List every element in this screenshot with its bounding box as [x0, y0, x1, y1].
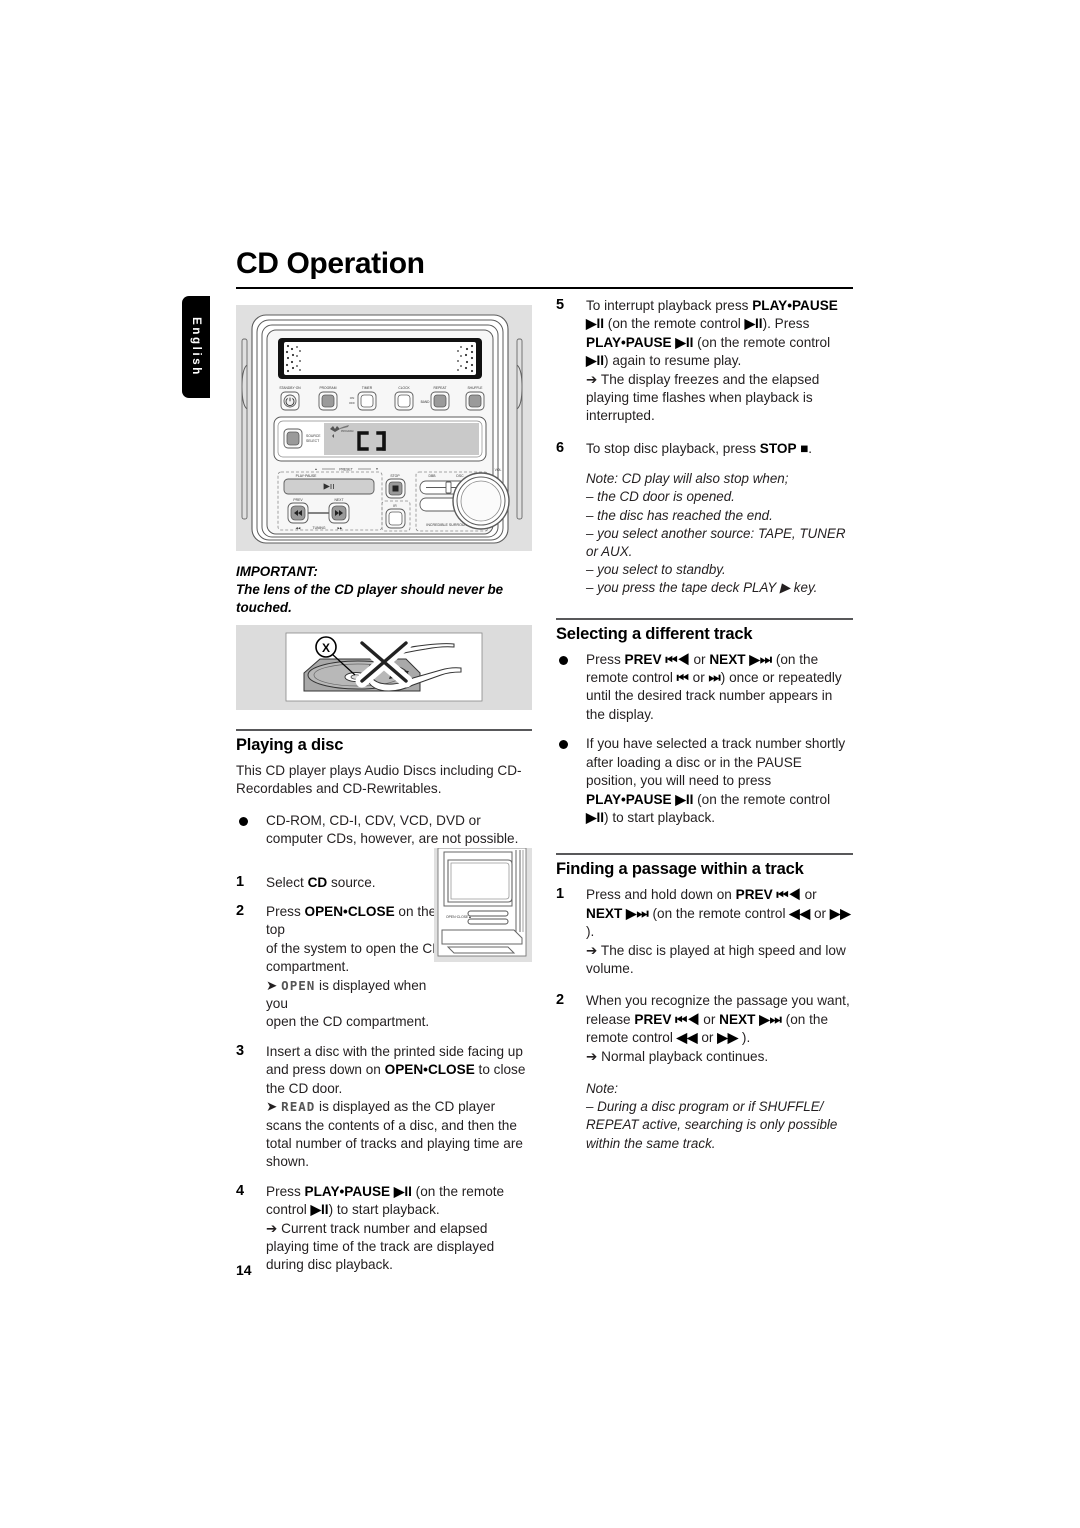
open-close-label: OPEN·CLOSE▲: [446, 915, 472, 919]
playing-a-disc-bullet: CD-ROM, CD-I, CDV, VCD, DVD or computer …: [236, 812, 532, 849]
finding-passage-note: Note: – During a disc program or if SHUF…: [586, 1080, 853, 1153]
cd-compartment-figure: OPEN·CLOSE▲: [434, 848, 532, 962]
finding-passage-step-1-result: ➔ The disc is played at high speed and l…: [586, 942, 846, 976]
step-text: Insert a disc with the printed side faci…: [266, 1043, 526, 1170]
stop-note-item: – the disc has reached the end.: [586, 507, 773, 523]
lens-x-marker: X: [322, 641, 330, 655]
step-number: 4: [236, 1182, 245, 1199]
stop-note-item: – the CD door is opened.: [586, 489, 735, 505]
note-lead: Note:: [586, 1080, 619, 1096]
playing-a-disc-bullet-text: CD-ROM, CD-I, CDV, VCD, DVD or computer …: [266, 812, 519, 847]
bullet-text: If you have selected a track number shor…: [586, 736, 846, 825]
selecting-track-bullet-1: Press PREV ⏮◀ or NEXT ▶⏭ (on the remote …: [556, 651, 853, 725]
step-number: 1: [556, 886, 565, 903]
finding-passage-step-1: 1 Press and hold down on PREV ⏮◀ or NEXT…: [556, 886, 853, 978]
important-header: IMPORTANT:: [236, 564, 318, 579]
step-3: 3 Insert a disc with the printed side fa…: [236, 1043, 532, 1172]
step-text: Press and hold down on PREV ⏮◀ or NEXT ▶…: [586, 887, 851, 976]
section-selecting-a-different-track: Selecting a different track Press PREV ⏮…: [556, 617, 853, 828]
step-text: To interrupt playback press PLAY•PAUSE ▶…: [586, 298, 838, 424]
section-heading-selecting-track: Selecting a different track: [556, 624, 753, 643]
title-divider: [236, 287, 853, 289]
lens-warning-figure: X: [236, 625, 532, 710]
finding-passage-step-2-result: ➔ Normal playback continues.: [586, 1048, 769, 1064]
step-number: 1: [236, 873, 245, 890]
section-heading-playing-a-disc: Playing a disc: [236, 736, 344, 754]
left-column: IMPORTANT: The lens of the CD player sho…: [236, 297, 532, 1286]
step-text: To stop disc playback, press STOP ■.: [586, 440, 813, 456]
step-5: 5 To interrupt playback press PLAY•PAUSE…: [556, 297, 853, 426]
section-divider: [556, 617, 853, 620]
section-finding-a-passage: Finding a passage within a track 1 Press…: [556, 853, 853, 1152]
bullet-text: Press PREV ⏮◀ or NEXT ▶⏭ (on the remote …: [586, 651, 842, 722]
step-text: When you recognize the passage you want,…: [586, 993, 850, 1064]
step-6: 6 To stop disc playback, press STOP ■.: [556, 440, 853, 458]
step-4: 4 Press PLAY•PAUSE ▶II (on the remote co…: [236, 1183, 532, 1275]
important-body: The lens of the CD player should never b…: [236, 582, 504, 615]
step-5-result: ➔ The display freezes and the elapsed pl…: [586, 371, 820, 424]
selecting-track-bullet-2: If you have selected a track number shor…: [556, 735, 853, 827]
step-number: 2: [556, 992, 565, 1009]
language-tab-label: English: [190, 317, 202, 377]
lens-illustration: X: [236, 625, 532, 710]
step-4-result: ➔ Current track number and elapsed playi…: [266, 1220, 495, 1273]
stop-note: Note: CD play will also stop when; – the…: [586, 470, 853, 597]
device-figure-spacer: [236, 297, 532, 549]
language-tab: English: [182, 296, 210, 398]
page-title: CD Operation: [236, 247, 425, 280]
manual-page: CD Operation English STANDBY·ON PROGRAM …: [0, 0, 1080, 1528]
section-heading-finding-passage: Finding a passage within a track: [556, 860, 804, 879]
bullet-dot-icon: [559, 740, 568, 750]
note-body: – During a disc program or if SHUFFLE/ R…: [586, 1099, 838, 1151]
stop-note-item: – you press the tape deck PLAY ▶ key.: [586, 580, 818, 596]
stop-note-item: – you select another source: TAPE, TUNER…: [586, 525, 846, 560]
bullet-dot-icon: [239, 816, 248, 826]
section-divider: [556, 853, 853, 856]
playing-a-disc-intro: This CD player plays Audio Discs includi…: [236, 763, 522, 797]
page-number: 14: [236, 1262, 252, 1278]
important-notice: IMPORTANT: The lens of the CD player sho…: [236, 563, 532, 617]
bullet-dot-icon: [559, 655, 568, 665]
step-number: 5: [556, 297, 565, 313]
step-text: Press PLAY•PAUSE ▶II (on the remote cont…: [266, 1183, 505, 1273]
section-playing-a-disc: Playing a disc This CD player plays Audi…: [236, 729, 532, 1275]
cd-tray-illustration: OPEN·CLOSE▲: [434, 848, 532, 962]
right-column: 5 To interrupt playback press PLAY•PAUSE…: [556, 297, 853, 1153]
step-number: 6: [556, 439, 565, 456]
step-number: 2: [236, 903, 245, 920]
step-text: Select CD source.: [266, 874, 376, 890]
finding-passage-step-2: 2 When you recognize the passage you wan…: [556, 992, 853, 1066]
step-number: 3: [236, 1042, 245, 1059]
section-divider: [236, 729, 532, 731]
stop-note-lead: Note: CD play will also stop when;: [586, 471, 789, 487]
stop-note-item: – you select to standby.: [586, 562, 726, 578]
step-text: Press OPEN•CLOSE on the top of the system …: [266, 904, 443, 1030]
